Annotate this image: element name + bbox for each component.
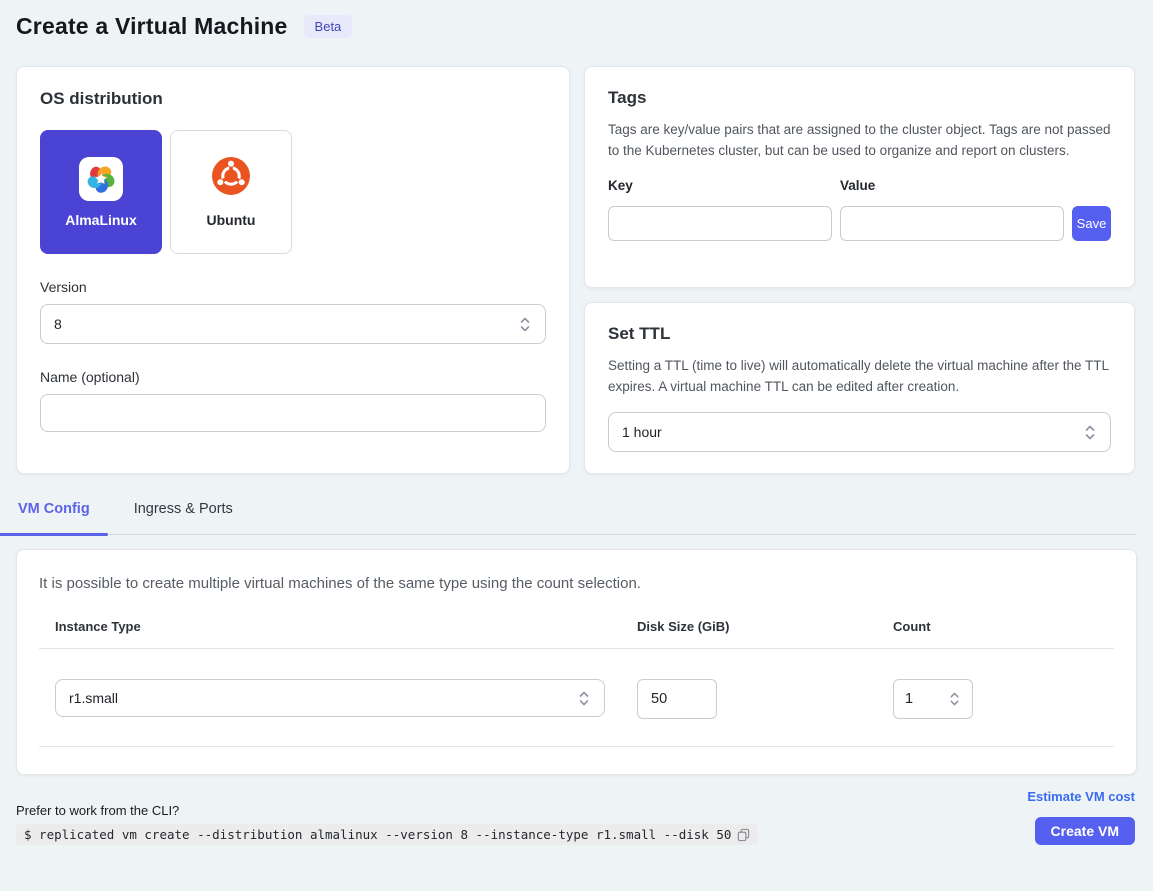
count-value: 1 <box>905 691 913 707</box>
chevron-up-down-icon <box>518 316 532 333</box>
column-disk-size: Disk Size (GiB) <box>637 619 893 634</box>
tag-value-group: Value <box>840 178 1064 241</box>
cli-command-text: $ replicated vm create --distribution al… <box>24 827 731 842</box>
chevron-up-down-icon <box>1083 424 1097 441</box>
page-title: Create a Virtual Machine <box>16 13 288 40</box>
vm-config-card: It is possible to create multiple virtua… <box>16 549 1137 775</box>
tags-card-description: Tags are key/value pairs that are assign… <box>608 120 1111 161</box>
version-select[interactable]: 8 <box>40 304 546 344</box>
os-distribution-card: OS distribution AlmaLinux <box>16 66 570 474</box>
version-label: Version <box>40 279 546 295</box>
tag-key-label: Key <box>608 178 832 193</box>
tag-value-label: Value <box>840 178 1064 193</box>
estimate-vm-cost-link[interactable]: Estimate VM cost <box>1027 789 1135 804</box>
count-stepper[interactable]: 1 <box>893 679 973 719</box>
vm-table-row: r1.small 1 <box>39 649 1114 747</box>
tag-key-group: Key <box>608 178 832 241</box>
cli-command-bar: $ replicated vm create --distribution al… <box>16 824 758 845</box>
cli-block: Prefer to work from the CLI? $ replicate… <box>16 803 758 845</box>
cli-prompt: Prefer to work from the CLI? <box>16 803 758 818</box>
beta-badge: Beta <box>304 15 353 38</box>
tab-bar: VM Config Ingress & Ports <box>16 501 1137 535</box>
instance-type-select[interactable]: r1.small <box>55 679 605 717</box>
vm-table-header: Instance Type Disk Size (GiB) Count <box>39 619 1114 649</box>
ttl-card: Set TTL Setting a TTL (time to live) wil… <box>584 302 1135 474</box>
tab-vm-config[interactable]: VM Config <box>16 501 92 534</box>
right-column: Tags Tags are key/value pairs that are a… <box>584 66 1135 474</box>
chevron-up-down-icon <box>948 691 961 707</box>
os-tile-label-ubuntu: Ubuntu <box>207 212 256 228</box>
disk-size-input[interactable] <box>637 679 717 719</box>
save-tag-button[interactable]: Save <box>1072 206 1111 241</box>
version-select-value: 8 <box>54 316 62 332</box>
tags-card-title: Tags <box>608 88 1111 108</box>
chevron-up-down-icon <box>577 690 591 707</box>
ttl-select[interactable]: 1 hour <box>608 412 1111 452</box>
os-tiles: AlmaLinux <box>40 130 546 254</box>
page-header: Create a Virtual Machine Beta <box>0 0 1153 40</box>
instance-type-value: r1.small <box>69 690 118 706</box>
ubuntu-icon <box>211 156 251 201</box>
almalinux-icon <box>79 157 123 201</box>
tag-row: Key Value Save <box>608 178 1111 241</box>
column-instance-type: Instance Type <box>55 619 637 634</box>
os-tile-almalinux[interactable]: AlmaLinux <box>40 130 162 254</box>
os-card-title: OS distribution <box>40 89 546 109</box>
ttl-card-title: Set TTL <box>608 324 1111 344</box>
column-count: Count <box>893 619 1114 634</box>
name-input[interactable] <box>40 394 546 432</box>
copy-icon[interactable] <box>737 828 750 842</box>
ttl-select-value: 1 hour <box>622 424 662 440</box>
top-grid: OS distribution AlmaLinux <box>16 66 1137 474</box>
footer: Estimate VM cost Create VM Prefer to wor… <box>16 775 1137 875</box>
vm-config-note: It is possible to create multiple virtua… <box>39 575 1114 592</box>
name-label: Name (optional) <box>40 369 546 385</box>
tag-value-input[interactable] <box>840 206 1064 241</box>
tab-ingress-ports[interactable]: Ingress & Ports <box>132 501 235 534</box>
os-tile-label-almalinux: AlmaLinux <box>65 212 137 228</box>
tag-key-input[interactable] <box>608 206 832 241</box>
os-tile-ubuntu[interactable]: Ubuntu <box>170 130 292 254</box>
tags-card: Tags Tags are key/value pairs that are a… <box>584 66 1135 288</box>
vm-table: Instance Type Disk Size (GiB) Count r1.s… <box>39 619 1114 747</box>
create-vm-button[interactable]: Create VM <box>1035 817 1135 845</box>
ttl-card-description: Setting a TTL (time to live) will automa… <box>608 356 1111 397</box>
